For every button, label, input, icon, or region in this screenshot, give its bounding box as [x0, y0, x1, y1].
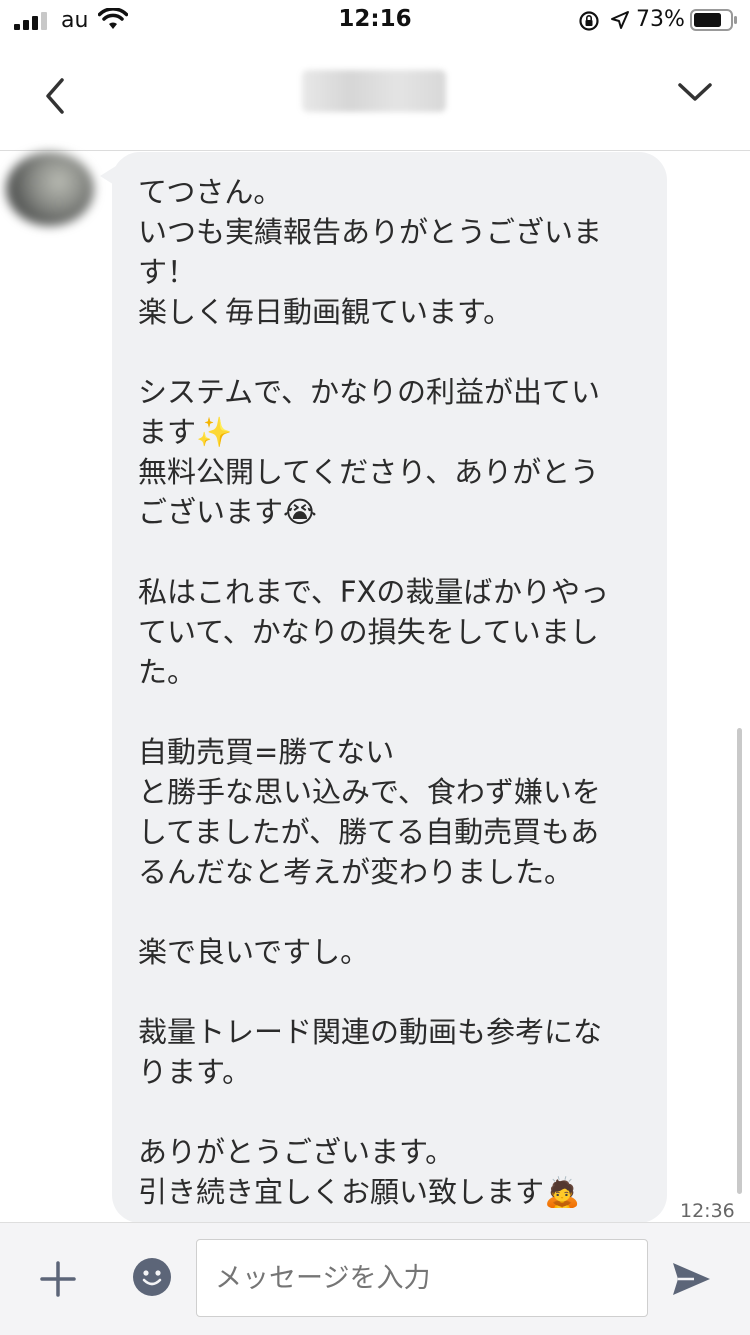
sender-avatar[interactable]: [6, 152, 94, 226]
message-line: 楽で良いですし。: [138, 935, 370, 969]
message-line: てつさん。: [138, 175, 283, 209]
smiley-icon[interactable]: [132, 1257, 172, 1297]
message-input[interactable]: [196, 1239, 648, 1317]
back-chevron-icon[interactable]: [40, 74, 72, 118]
message-line: るんだなと考えが変わりました。: [138, 855, 574, 889]
send-icon[interactable]: [670, 1259, 712, 1299]
location-arrow-icon: [611, 11, 629, 29]
message-line: ​: [138, 1092, 641, 1132]
message-line: 引き続き宜しくお願い致します🙇: [138, 1175, 581, 1209]
battery-icon: [690, 9, 737, 31]
plus-icon[interactable]: [38, 1259, 78, 1299]
message-bubble[interactable]: てつさん。いつも実績報告ありがとうございます！楽しく毎日動画観ています。​システ…: [112, 152, 667, 1223]
scrollbar[interactable]: [737, 728, 742, 1194]
message-line: ​: [138, 972, 641, 1012]
message-line: ​: [138, 892, 641, 932]
message-line: ​: [138, 332, 641, 372]
message-line: ります。: [138, 1055, 252, 1089]
battery-percentage: 73%: [636, 7, 685, 32]
message-line: 楽しく毎日動画観ています。: [138, 295, 513, 329]
message-line: 自動売買=勝てない: [138, 735, 395, 769]
message-input-bar: [0, 1222, 750, 1335]
contact-name-blurred: [302, 70, 446, 112]
message-line: 裁量トレード関連の動画も参考にな: [138, 1015, 603, 1049]
message-line: す！: [138, 255, 197, 289]
message-line: 無料公開してくださり、ありがとう: [138, 455, 600, 489]
message-line: ​: [138, 532, 641, 572]
chat-header: [0, 44, 750, 151]
message-line: してましたが、勝てる自動売買もあ: [138, 815, 600, 849]
message-line: いつも実績報告ありがとうございま: [138, 215, 603, 249]
message-line: 私はこれまで、FXの裁量ばかりやっ: [138, 575, 609, 609]
message-line: と勝手な思い込みで、食わず嫌いを: [138, 775, 601, 809]
message-line: システムで、かなりの利益が出てい: [138, 375, 600, 409]
message-line: た。: [138, 655, 197, 689]
status-bar: au 12:16 73%: [0, 0, 750, 44]
message-line: ます✨: [138, 415, 233, 449]
message-line: ありがとうございます。: [138, 1135, 455, 1169]
message-timestamp: 12:36: [680, 1200, 735, 1222]
chevron-down-icon[interactable]: [676, 78, 714, 106]
message-line: ​: [138, 692, 641, 732]
message-line: ていて、かなりの損失をしていまし: [138, 615, 599, 649]
message-line: ございます😭: [138, 495, 317, 529]
message-text: てつさん。いつも実績報告ありがとうございます！楽しく毎日動画観ています。​システ…: [138, 172, 641, 1212]
rotation-lock-icon: [579, 11, 599, 31]
